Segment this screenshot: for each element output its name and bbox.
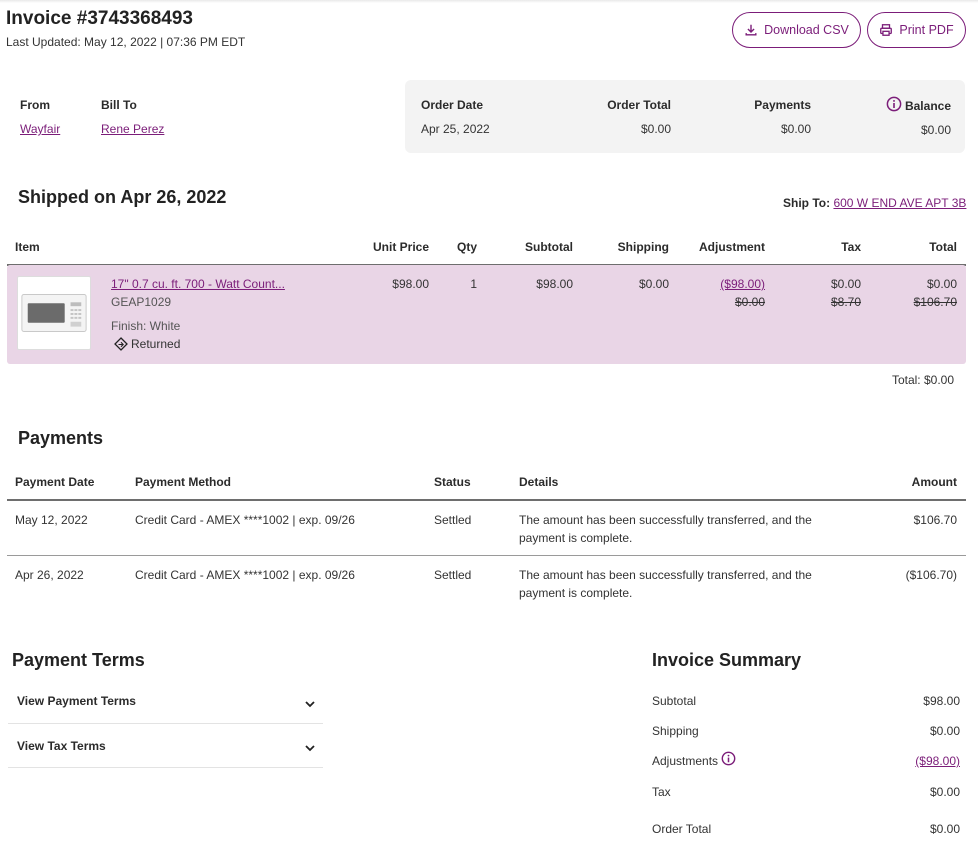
bill-to-link[interactable]: Rene Perez xyxy=(101,122,164,136)
table-row: May 12, 2022 Credit Card - AMEX ****1002… xyxy=(0,500,978,555)
col-payment-method: Payment Method xyxy=(135,475,232,489)
ship-to-address-link[interactable]: 600 W END AVE APT 3B xyxy=(833,196,966,210)
payment-terms-title: Payment Terms xyxy=(12,650,145,670)
order-total-value: $0.00 xyxy=(640,122,671,136)
item-sku: GEAP1029 xyxy=(111,295,172,309)
payment-details-line2: payment is complete. xyxy=(519,531,633,545)
item-finish: Finish: White xyxy=(111,319,181,333)
shipment-total: Total: $0.00 xyxy=(891,373,954,387)
order-date-label: Order Date xyxy=(421,98,484,112)
summary-subtotal-label: Subtotal xyxy=(652,694,697,708)
view-tax-terms-toggle[interactable]: View Tax Terms xyxy=(8,727,323,767)
item-adjustment-link[interactable]: ($98.00) xyxy=(680,277,765,291)
payment-date: Apr 26, 2022 xyxy=(15,568,84,582)
chevron-down-icon xyxy=(305,701,315,708)
order-summary-box xyxy=(405,80,965,153)
item-total-old: $106.70 xyxy=(913,295,957,309)
col-payment-date: Payment Date xyxy=(15,475,95,489)
download-csv-label: Download CSV xyxy=(764,23,849,37)
ship-to: Ship To: 600 W END AVE APT 3B xyxy=(783,196,966,210)
payment-amount: ($106.70) xyxy=(905,568,957,582)
from-label: From xyxy=(20,98,50,112)
payment-status: Settled xyxy=(434,568,472,582)
payments-title: Payments xyxy=(18,428,104,448)
item-shipping: $0.00 xyxy=(638,277,669,291)
summary-tax-value: $0.00 xyxy=(929,785,960,799)
info-icon[interactable] xyxy=(721,751,736,766)
last-updated: Last Updated: May 12, 2022 | 07:36 PM ED… xyxy=(6,35,246,49)
summary-shipping-label: Shipping xyxy=(652,724,699,738)
item-unit-price: $98.00 xyxy=(392,277,429,291)
item-tax: $0.00 xyxy=(830,277,861,291)
col-shipping: Shipping xyxy=(617,240,669,254)
print-pdf-label: Print PDF xyxy=(899,23,954,37)
terms-divider xyxy=(8,767,323,768)
item-status: Returned xyxy=(131,337,181,351)
table-row: Apr 26, 2022 Credit Card - AMEX ****1002… xyxy=(0,556,978,611)
summary-tax-label: Tax xyxy=(652,785,671,799)
payment-details-line2: payment is complete. xyxy=(519,586,633,600)
payment-status: Settled xyxy=(434,513,472,527)
balance-label: Balance xyxy=(904,99,951,113)
invoice-title: Invoice #3743368493 xyxy=(6,8,193,29)
summary-order-total-value: $0.00 xyxy=(929,822,960,836)
order-date-value: Apr 25, 2022 xyxy=(421,122,490,136)
payment-date: May 12, 2022 xyxy=(15,513,88,527)
bill-to-label: Bill To xyxy=(101,98,137,112)
summary-adjustments-link[interactable]: ($98.00) xyxy=(860,754,960,768)
col-total: Total xyxy=(929,240,957,254)
summary-subtotal-value: $98.00 xyxy=(923,694,960,708)
item-adjustment-old: $0.00 xyxy=(734,295,765,309)
col-unit-price: Unit Price xyxy=(372,240,429,254)
ship-to-label: Ship To: xyxy=(783,196,831,210)
terms-divider xyxy=(8,723,323,724)
printer-icon xyxy=(880,24,893,36)
item-subtotal: $98.00 xyxy=(536,277,573,291)
product-thumbnail[interactable] xyxy=(17,276,91,350)
download-csv-button[interactable]: Download CSV xyxy=(732,12,861,48)
col-qty: Qty xyxy=(456,240,477,254)
payments-value: $0.00 xyxy=(780,122,811,136)
view-tax-terms-label: View Tax Terms xyxy=(17,739,106,753)
chevron-down-icon xyxy=(305,745,315,752)
view-payment-terms-toggle[interactable]: View Payment Terms xyxy=(8,683,323,723)
col-tax: Tax xyxy=(841,240,861,254)
col-amount: Amount xyxy=(911,475,957,489)
print-pdf-button[interactable]: Print PDF xyxy=(867,12,966,48)
item-total: $0.00 xyxy=(926,277,957,291)
col-item: Item xyxy=(15,240,40,254)
payments-label: Payments xyxy=(754,98,811,112)
microwave-image xyxy=(21,294,87,332)
summary-adjustments-label: Adjustments xyxy=(652,754,719,768)
col-status: Status xyxy=(434,475,471,489)
download-icon xyxy=(745,24,757,36)
summary-shipping-value: $0.00 xyxy=(929,724,960,738)
shipment-title: Shipped on Apr 26, 2022 xyxy=(18,187,227,207)
returned-icon xyxy=(114,337,128,351)
col-details: Details xyxy=(519,475,559,489)
invoice-summary-title: Invoice Summary xyxy=(652,650,802,670)
col-subtotal: Subtotal xyxy=(525,240,573,254)
payment-details-line1: The amount has been successfully transfe… xyxy=(519,513,812,527)
order-total-label: Order Total xyxy=(607,98,671,112)
balance-value: $0.00 xyxy=(920,123,951,137)
view-payment-terms-label: View Payment Terms xyxy=(17,694,136,708)
payment-method: Credit Card - AMEX ****1002 | exp. 09/26 xyxy=(135,568,355,582)
payment-details-line1: The amount has been successfully transfe… xyxy=(519,568,812,582)
item-name-link[interactable]: 17" 0.7 cu. ft. 700 - Watt Count... xyxy=(111,277,285,291)
summary-order-total-label: Order Total xyxy=(652,822,712,836)
top-shadow xyxy=(0,0,978,3)
item-qty: 1 xyxy=(470,277,477,291)
from-link[interactable]: Wayfair xyxy=(20,122,60,136)
payment-amount: $106.70 xyxy=(913,513,957,527)
col-adjustment: Adjustment xyxy=(699,240,765,254)
payment-method: Credit Card - AMEX ****1002 | exp. 09/26 xyxy=(135,513,355,527)
item-tax-old: $8.70 xyxy=(830,295,861,309)
